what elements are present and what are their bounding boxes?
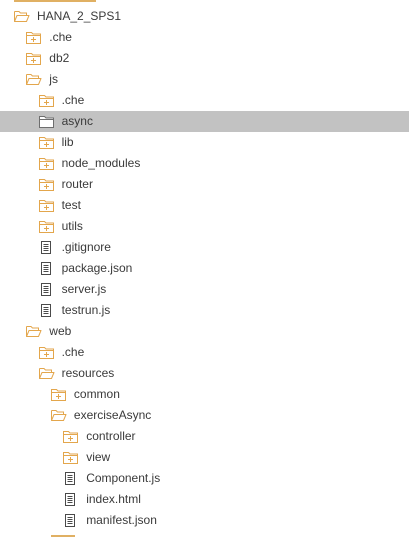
folder-plus-icon — [38, 176, 55, 193]
folder-plus-icon — [38, 134, 55, 151]
tree-item-utils[interactable]: utils — [0, 216, 409, 237]
tree-item-index-html[interactable]: index.html — [0, 489, 409, 510]
folder-open-icon — [25, 323, 42, 340]
folder-plus-icon — [38, 92, 55, 109]
file-icon — [38, 302, 55, 319]
tree-item-web[interactable]: web — [0, 321, 409, 342]
tree-item-node-modules[interactable]: node_modules — [0, 153, 409, 174]
clipped-row-bottom — [51, 535, 75, 537]
file-icon — [62, 512, 79, 529]
tree-item-async[interactable]: async — [0, 111, 409, 132]
tree-item-label: js — [49, 72, 58, 86]
tree-item-package-json[interactable]: package.json — [0, 258, 409, 279]
tree-item-label: node_modules — [61, 156, 141, 170]
tree-item-db2[interactable]: db2 — [0, 48, 409, 69]
tree-item-view[interactable]: view — [0, 447, 409, 468]
tree-item-label: async — [61, 114, 93, 128]
tree-item-label: package.json — [61, 261, 133, 275]
folder-open-icon — [13, 8, 30, 25]
tree-item-exerciseasync[interactable]: exerciseAsync — [0, 405, 409, 426]
file-icon — [38, 260, 55, 277]
folder-plus-icon — [25, 29, 42, 46]
tree-item-label: utils — [61, 219, 83, 233]
folder-plus-icon — [50, 386, 67, 403]
folder-plus-icon — [38, 197, 55, 214]
tree-item-che[interactable]: .che — [0, 27, 409, 48]
tree-item-js[interactable]: js — [0, 69, 409, 90]
tree-item-label: .che — [61, 93, 85, 107]
tree-item-router[interactable]: router — [0, 174, 409, 195]
folder-plus-icon — [38, 155, 55, 172]
tree-item-label: .che — [61, 345, 85, 359]
file-explorer-tree: HANA_2_SPS1 .che db2 js .che async lib node_mod… — [0, 0, 409, 539]
tree-item-test[interactable]: test — [0, 195, 409, 216]
tree-item-label: lib — [61, 135, 74, 149]
tree-item-resources[interactable]: resources — [0, 363, 409, 384]
tree-item-label: controller — [86, 429, 136, 443]
folder-open-icon — [25, 71, 42, 88]
tree-item-gitignore[interactable]: .gitignore — [0, 237, 409, 258]
tree-item-label: web — [49, 324, 72, 338]
tree-item-label: manifest.json — [86, 513, 157, 527]
tree-item-label: HANA_2_SPS1 — [37, 9, 122, 23]
tree-item-label: resources — [61, 366, 115, 380]
file-icon — [62, 491, 79, 508]
tree-item-label: common — [73, 387, 120, 401]
tree-item-manifest-json[interactable]: manifest.json — [0, 510, 409, 531]
tree-item-label: testrun.js — [61, 303, 111, 317]
tree-item-controller[interactable]: controller — [0, 426, 409, 447]
folder-open-icon — [38, 365, 55, 382]
file-icon — [38, 239, 55, 256]
clipped-row-top — [14, 0, 96, 2]
folder-plus-icon — [38, 218, 55, 235]
folder-plus-icon — [62, 428, 79, 445]
tree-item-label: view — [86, 450, 111, 464]
tree-item-che[interactable]: .che — [0, 342, 409, 363]
tree-item-label: test — [61, 198, 81, 212]
tree-item-label: .che — [49, 30, 72, 44]
folder-plus-icon — [62, 449, 79, 466]
tree-item-server-js[interactable]: server.js — [0, 279, 409, 300]
folder-plus-icon — [38, 344, 55, 361]
tree-item-common[interactable]: common — [0, 384, 409, 405]
file-icon — [38, 281, 55, 298]
folder-icon — [38, 113, 55, 130]
tree-item-label: exerciseAsync — [73, 408, 152, 422]
tree-item-label: server.js — [61, 282, 107, 296]
tree-item-che[interactable]: .che — [0, 90, 409, 111]
tree-item-label: db2 — [49, 51, 70, 65]
tree-item-label: index.html — [86, 492, 141, 506]
tree-item-testrun-js[interactable]: testrun.js — [0, 300, 409, 321]
tree-item-component-js[interactable]: Component.js — [0, 468, 409, 489]
tree-item-label: Component.js — [86, 471, 161, 485]
tree-item-lib[interactable]: lib — [0, 132, 409, 153]
folder-open-icon — [50, 407, 67, 424]
tree-item-label: router — [61, 177, 93, 191]
tree-item-label: .gitignore — [61, 240, 111, 254]
file-icon — [62, 470, 79, 487]
folder-plus-icon — [25, 50, 42, 67]
tree-item-hana-2-sps1[interactable]: HANA_2_SPS1 — [0, 6, 409, 27]
